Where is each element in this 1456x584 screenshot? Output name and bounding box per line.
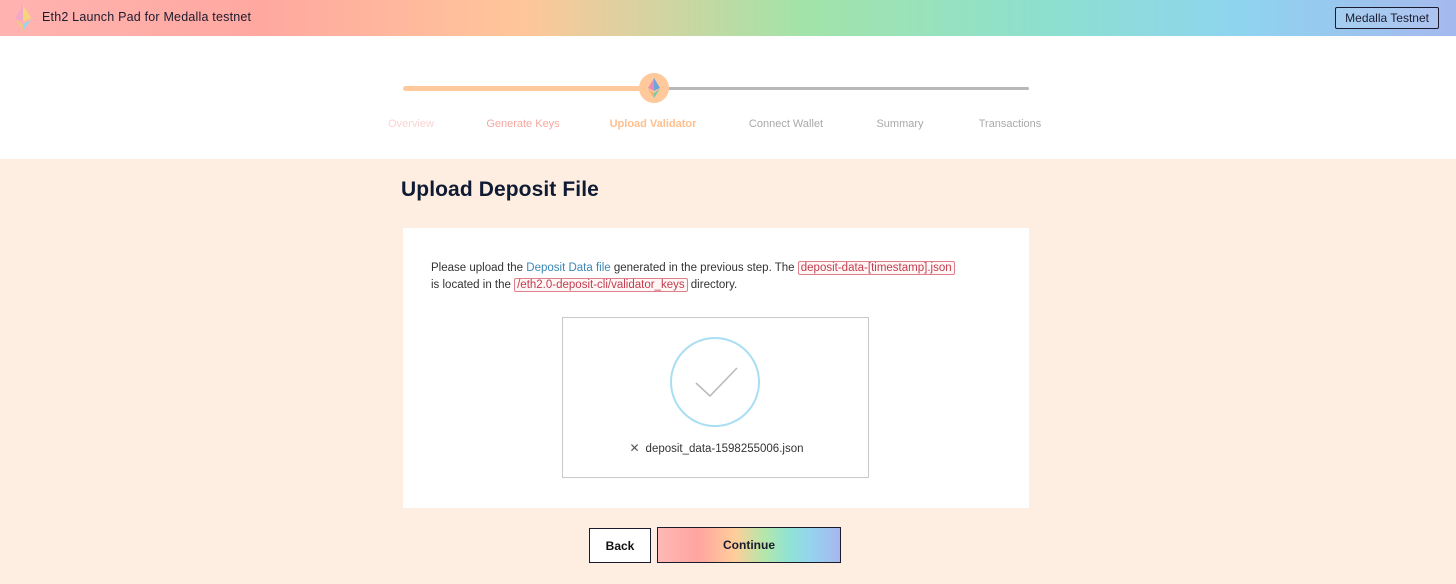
step-generate-keys: Generate Keys (486, 118, 560, 130)
current-step-marker (639, 73, 669, 103)
step-transactions: Transactions (978, 118, 1042, 130)
progress-track-remaining (668, 87, 1029, 90)
step-upload-validator: Upload Validator (609, 118, 697, 130)
continue-button[interactable]: Continue (657, 527, 841, 563)
file-dropzone[interactable]: ✕ deposit_data-1598255006.json (562, 317, 869, 478)
step-summary: Summary (876, 118, 924, 130)
uploaded-filename: deposit_data-1598255006.json (645, 443, 804, 455)
deposit-data-link[interactable]: Deposit Data file (526, 262, 610, 274)
instructions-text-4: directory. (687, 279, 738, 291)
deposit-filename-code: deposit-data-[timestamp].json (797, 261, 955, 275)
top-bar: Eth2 Launch Pad for Medalla testnet Meda… (0, 0, 1456, 36)
upload-card: Please upload the Deposit Data file gene… (403, 228, 1029, 508)
app-title[interactable]: Eth2 Launch Pad for Medalla testnet (42, 10, 251, 24)
instructions-text-3: is located in the (431, 279, 515, 291)
directory-path-code: /eth2.0-deposit-cli/validator_keys (514, 278, 688, 292)
back-button[interactable]: Back (589, 528, 651, 563)
progress-stepper: Overview Generate Keys Upload Validator … (0, 36, 1456, 159)
network-button[interactable]: Medalla Testnet (1335, 7, 1439, 29)
progress-track-completed (403, 86, 641, 91)
ethereum-logo-icon[interactable] (14, 5, 32, 31)
upload-instructions: Please upload the Deposit Data file gene… (431, 260, 1011, 294)
ethereum-step-icon (648, 78, 660, 98)
close-icon[interactable]: ✕ (629, 441, 639, 455)
step-connect-wallet: Connect Wallet (748, 118, 824, 130)
step-overview: Overview (388, 118, 434, 130)
instructions-text-1: Please upload the (431, 262, 527, 274)
page-title: Upload Deposit File (401, 178, 599, 201)
uploaded-file-row: ✕ deposit_data-1598255006.json (563, 441, 870, 455)
check-circle-icon (670, 337, 760, 427)
instructions-text-2: generated in the previous step. The (610, 262, 798, 274)
